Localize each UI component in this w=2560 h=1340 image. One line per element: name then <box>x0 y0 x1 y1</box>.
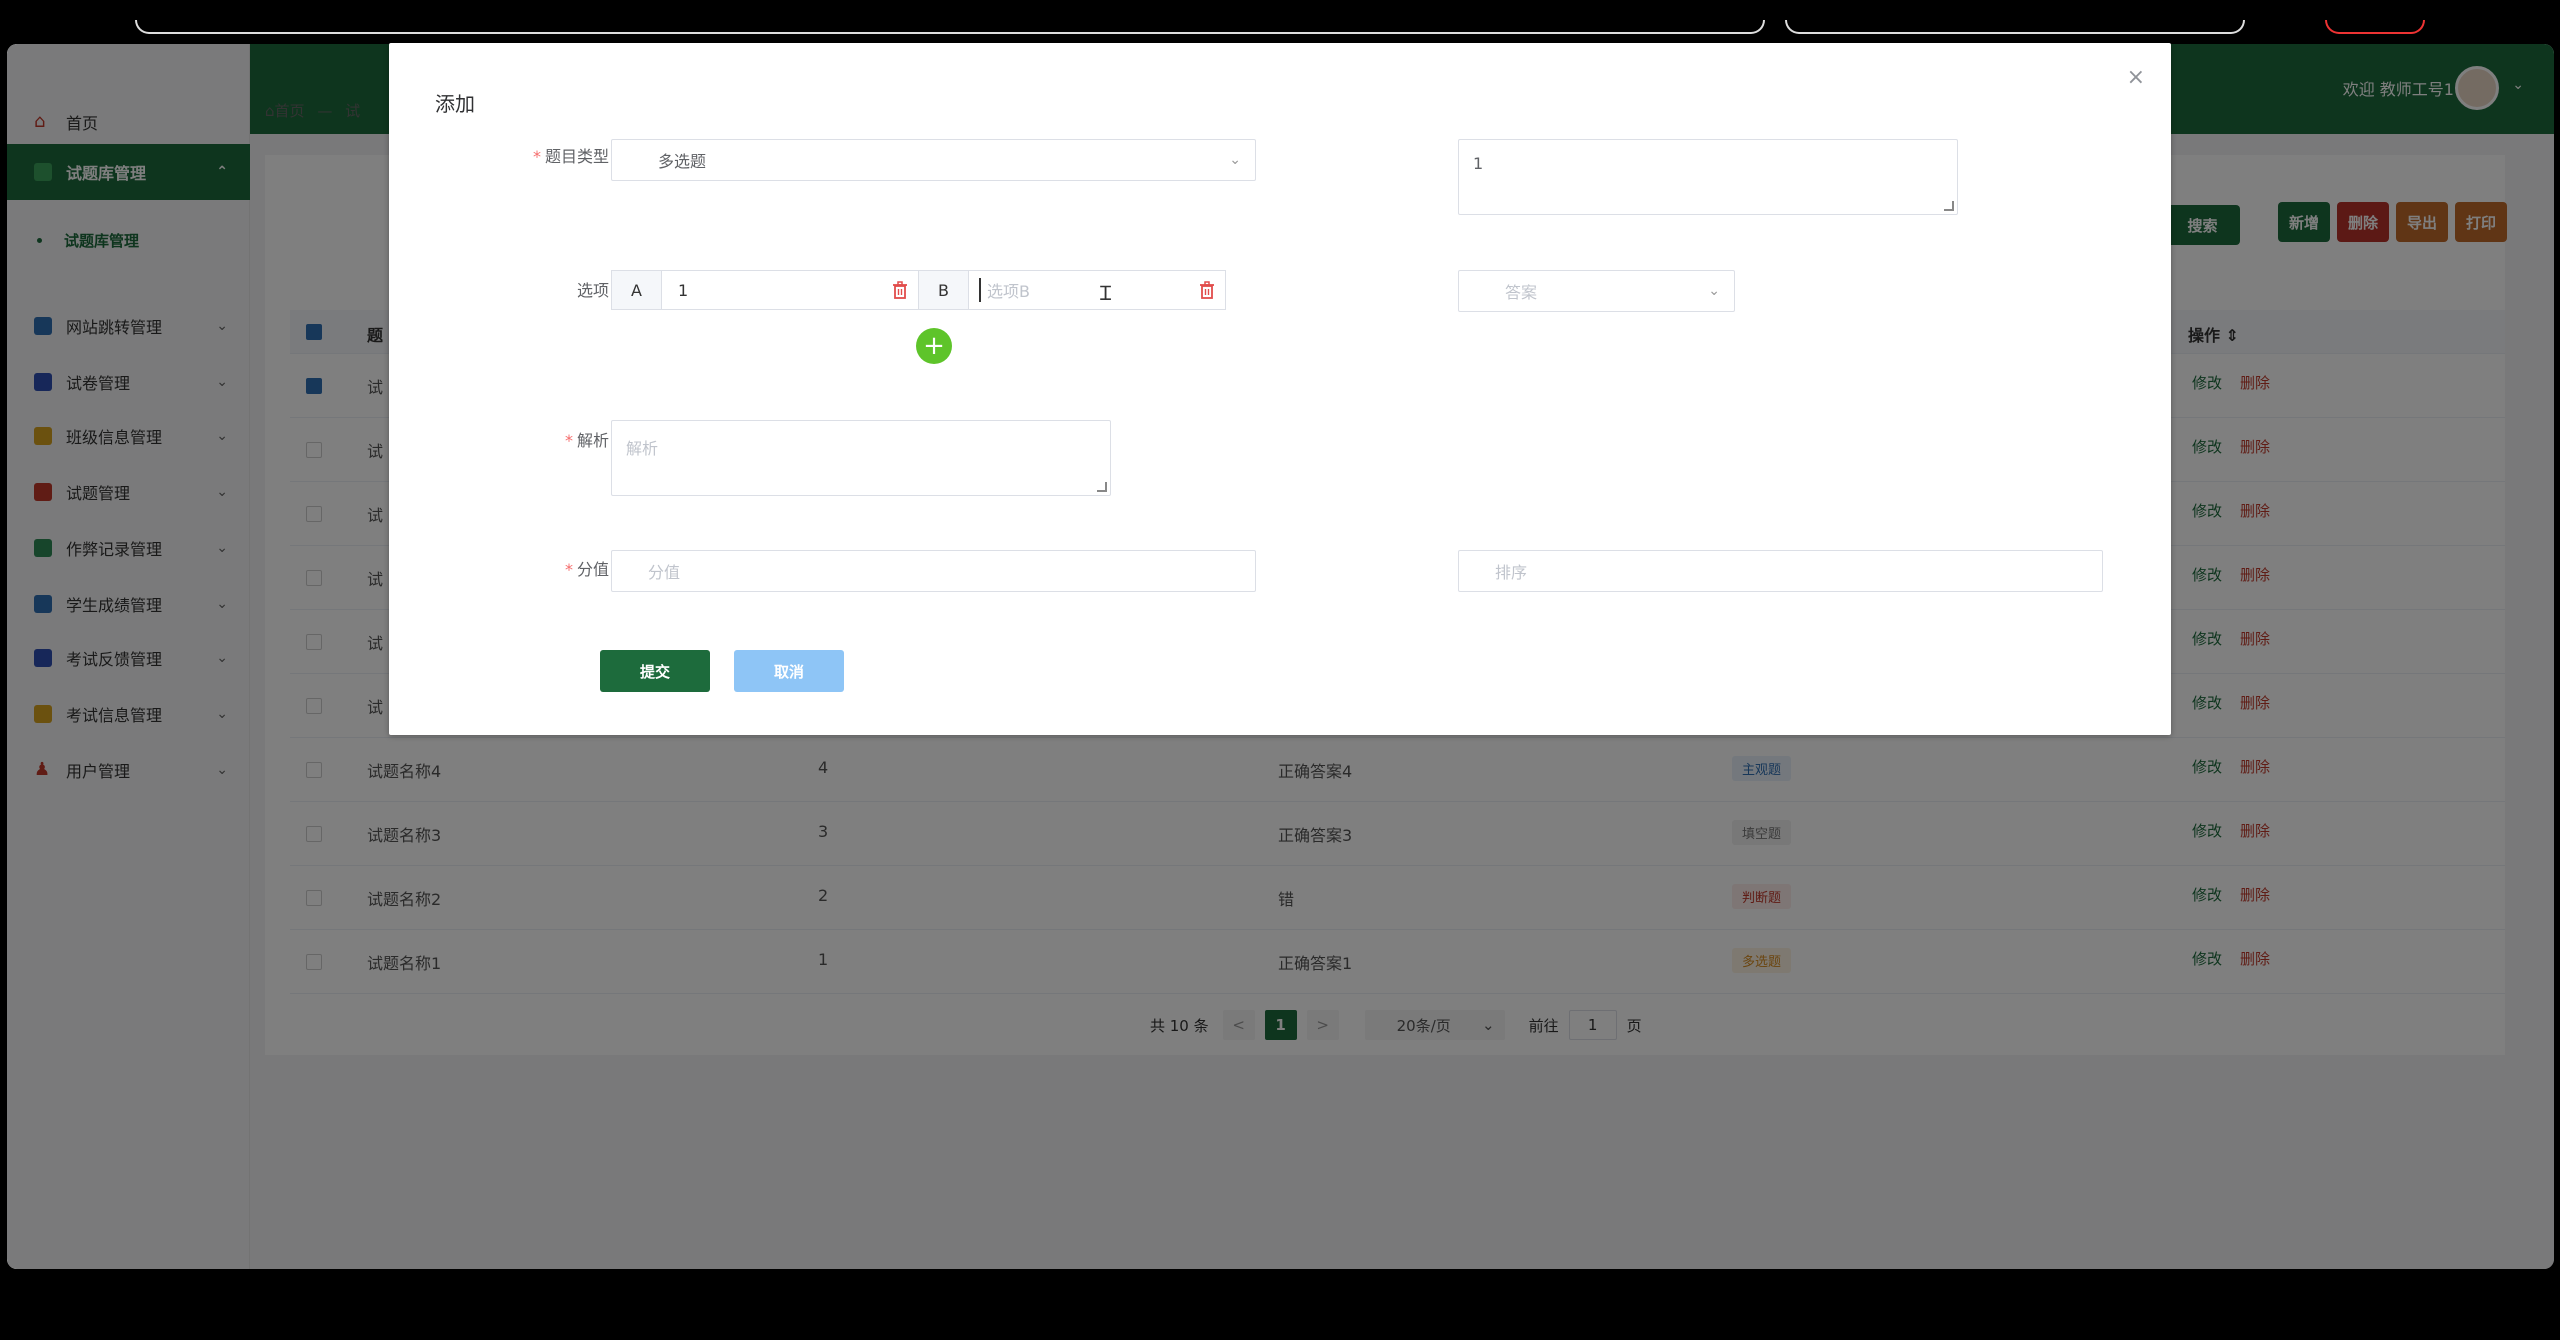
options-label-text: 选项 <box>576 281 609 300</box>
score-placeholder: 分值 <box>648 563 681 582</box>
option-b-placeholder: 选项B <box>979 278 1197 302</box>
sort-placeholder: 排序 <box>1495 563 1528 582</box>
screen: ⌂ 首页 试题库管理 ⌃ 试题库管理 网站跳转管理 ⌄ 试卷管理 ⌄ <box>0 0 2560 1340</box>
answer-placeholder: 答案 <box>1505 283 1538 302</box>
add-dialog: 添加 × *题目类型 多选题 ⌄ *题目 1 选项 A 1 B 选项B Ɪ + … <box>389 43 2171 735</box>
trash-icon[interactable] <box>1197 280 1217 300</box>
add-option-button[interactable]: + <box>916 328 952 364</box>
analysis-label: * 解析 <box>564 431 609 450</box>
resize-handle-icon[interactable] <box>1944 201 1954 211</box>
answer-select[interactable]: 答案 ⌄ <box>1458 270 1735 312</box>
question-textarea[interactable]: 1 <box>1458 139 1958 215</box>
cancel-button[interactable]: 取消 <box>734 650 844 692</box>
chevron-down-icon: ⌄ <box>1229 152 1241 168</box>
options-label: 选项 <box>489 277 609 301</box>
resize-handle-icon[interactable] <box>1097 482 1107 492</box>
submit-button[interactable]: 提交 <box>600 650 710 692</box>
close-icon[interactable]: × <box>2127 65 2145 90</box>
option-b-field[interactable]: B 选项B <box>918 270 1226 310</box>
option-b-letter: B <box>919 271 969 309</box>
search-bar-edge <box>1785 20 2245 34</box>
analysis-placeholder: 解析 <box>626 439 659 458</box>
option-a-value: 1 <box>678 280 689 300</box>
red-pill-edge <box>2325 20 2425 34</box>
score-label: * 分值 <box>564 560 609 579</box>
analysis-label-text: 解析 <box>576 431 609 450</box>
chevron-down-icon: ⌄ <box>1708 283 1720 299</box>
score-input[interactable]: 分值 <box>611 550 1256 592</box>
browser-top-strip <box>0 0 2560 40</box>
option-a-letter: A <box>612 271 662 309</box>
dialog-title: 添加 <box>435 92 475 116</box>
option-a-field[interactable]: A 1 <box>611 270 919 310</box>
type-label-text: 题目类型 <box>544 147 609 166</box>
sort-input[interactable]: 排序 <box>1458 550 2103 592</box>
type-select[interactable]: 多选题 ⌄ <box>611 139 1256 181</box>
trash-icon[interactable] <box>890 280 910 300</box>
url-bar-edge <box>135 20 1765 34</box>
type-select-value: 多选题 <box>658 152 707 171</box>
question-value: 1 <box>1473 154 1484 173</box>
text-cursor-icon: Ɪ <box>1100 281 1112 305</box>
bottom-black-bar <box>0 1270 2560 1340</box>
type-label: * 题目类型 <box>532 147 609 166</box>
score-label-text: 分值 <box>576 560 609 579</box>
analysis-textarea[interactable]: 解析 <box>611 420 1111 496</box>
